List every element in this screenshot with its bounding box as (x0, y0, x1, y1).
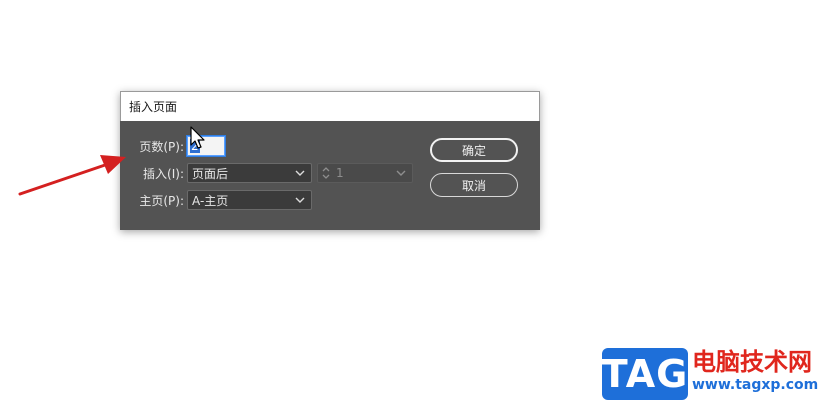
chevron-down-icon (396, 170, 406, 176)
insert-pages-dialog: 插入页面 页数(P): 2 插入(I): 页面后 1 主页(P): A-主页 确… (120, 91, 540, 230)
dialog-body: 页数(P): 2 插入(I): 页面后 1 主页(P): A-主页 确定 取消 (120, 121, 540, 230)
pages-row: 页数(P): 2 (120, 135, 226, 157)
watermark-site-name: 电脑技术网 (692, 348, 812, 376)
pages-label: 页数(P): (139, 139, 184, 154)
chevron-down-icon (295, 197, 305, 203)
master-row: 主页(P): A-主页 (120, 190, 312, 210)
dialog-title: 插入页面 (129, 100, 178, 114)
insert-position-select[interactable]: 页面后 (187, 163, 312, 183)
insert-page-number-group: 1 (320, 166, 344, 180)
ok-button[interactable]: 确定 (430, 138, 518, 162)
screen: 插入页面 页数(P): 2 插入(I): 页面后 1 主页(P): A-主页 确… (0, 0, 826, 402)
mouse-cursor-icon (190, 126, 205, 149)
master-page-value: A-主页 (192, 193, 229, 208)
watermark-site-url: www.tagxp.com (692, 377, 819, 393)
cancel-button[interactable]: 取消 (430, 173, 518, 197)
insert-page-number-value: 1 (336, 166, 344, 180)
master-label: 主页(P): (139, 193, 184, 208)
spinner-icon (320, 166, 332, 180)
watermark-text: 电脑技术网 www.tagxp.com (692, 348, 818, 394)
site-watermark: TAG 电脑技术网 www.tagxp.com (602, 348, 818, 400)
tag-logo: TAG (602, 348, 688, 400)
insert-row: 插入(I): 页面后 1 (120, 163, 413, 183)
insert-label: 插入(I): (143, 166, 184, 181)
insert-page-number-field[interactable]: 1 (317, 163, 413, 183)
dialog-titlebar: 插入页面 (120, 91, 540, 121)
spinner-arrows-icon (322, 167, 330, 179)
master-page-select[interactable]: A-主页 (187, 190, 312, 210)
chevron-down-icon (295, 170, 305, 176)
insert-position-value: 页面后 (192, 166, 229, 181)
